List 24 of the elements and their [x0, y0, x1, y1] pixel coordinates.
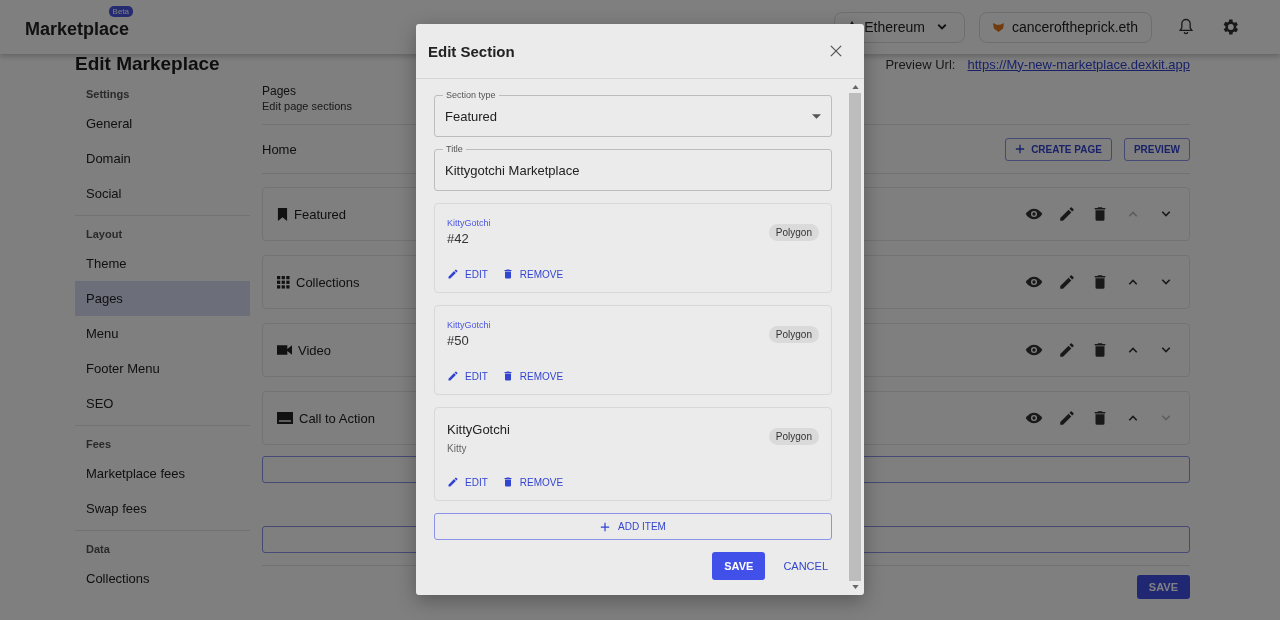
item-name: #50 [447, 333, 470, 348]
sidebar-heading: Settings [85, 87, 131, 102]
beta-badge: Beta [108, 5, 134, 17]
page-title: Edit Markeplace [75, 53, 220, 75]
section-title: Collections [296, 274, 360, 290]
item-name: KittyGotchi [447, 422, 510, 437]
item-subtitle: Kitty [447, 443, 468, 454]
section-heading: Pages [262, 84, 297, 98]
network-chip: Polygon [768, 224, 819, 241]
sidebar-heading: Layout [85, 227, 124, 242]
preview-label: Preview Url: [885, 56, 956, 72]
page-name: Home [262, 141, 297, 157]
section-title: Call to Action [299, 410, 375, 426]
collection-name: KittyGotchi [447, 320, 491, 330]
network-chip: Polygon [768, 326, 819, 343]
item-name: #42 [447, 231, 470, 246]
sidebar-heading: Data [85, 542, 111, 557]
collection-name: KittyGotchi [447, 218, 491, 228]
section-title: Video [298, 342, 331, 358]
sidebar-heading: Fees [85, 437, 113, 452]
dialog-title: Edit Section [428, 42, 515, 60]
section-subheading: Edit page sections [262, 100, 352, 112]
network-chip: Polygon [768, 428, 819, 445]
section-title: Featured [294, 206, 347, 222]
